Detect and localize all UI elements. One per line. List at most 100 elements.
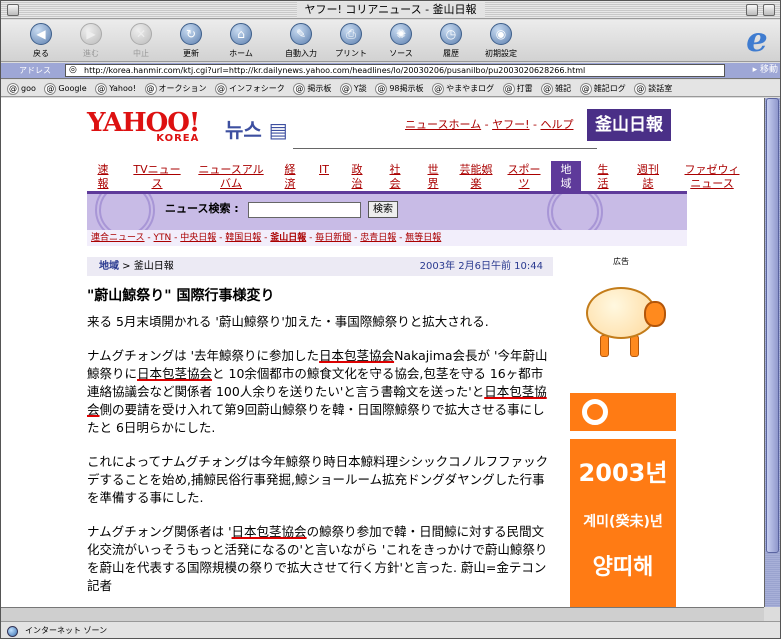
news-home-link[interactable]: ニュースホーム xyxy=(405,118,481,131)
nav-item-label: 芸能娯 xyxy=(459,163,493,176)
article-title: "蔚山鯨祭り" 国際行事様変り xyxy=(87,288,275,304)
ad-text-panel: 2003년 계미(癸未)년 양띠해 xyxy=(570,439,676,607)
nav-item-9[interactable]: スポーツ xyxy=(503,161,545,193)
nav-item-1[interactable]: TVニュース xyxy=(125,161,189,193)
nav-item-label: 界 xyxy=(427,177,439,190)
vertical-scrollbar[interactable] xyxy=(764,98,780,607)
nav-item-label: 経 xyxy=(284,163,296,176)
home-icon: ⌂ xyxy=(230,23,252,45)
nav-item-12[interactable]: 週刊誌 xyxy=(625,161,671,193)
ie-logo-icon: e xyxy=(746,20,768,60)
favorite-link[interactable]: goo xyxy=(7,80,36,96)
source-link[interactable]: 忠青日報 xyxy=(360,233,396,243)
source-link[interactable]: 韓国日報 xyxy=(225,233,261,243)
forward-arrow-icon: ▶ xyxy=(80,23,102,45)
stop-icon: ✕ xyxy=(130,23,152,45)
source-link-selected[interactable]: 釜山日報 xyxy=(270,233,306,243)
source-link[interactable]: 毎日新聞 xyxy=(315,233,351,243)
favorite-link[interactable]: インフォシーク xyxy=(215,80,285,96)
refresh-icon: ↻ xyxy=(180,23,202,45)
nav-item-label: 活 xyxy=(597,177,609,190)
nav-item-0[interactable]: 速報 xyxy=(87,161,119,193)
scroll-thumb[interactable] xyxy=(766,98,779,553)
highlighted-term: 日本包茎協会 xyxy=(319,348,395,363)
swirl-decoration xyxy=(547,194,603,230)
title-bar: ヤフー! コリアニュース - 釜山日報 xyxy=(1,1,780,19)
ad-line2: 양띠해 xyxy=(592,555,654,580)
nav-item-label: ニュース xyxy=(690,177,734,190)
back-button[interactable]: ◀ 戻る xyxy=(18,23,64,59)
source-button[interactable]: ✺ ソース xyxy=(378,23,424,59)
nav-item-7[interactable]: 世界 xyxy=(417,161,449,193)
toolbar: ◀ 戻る ▶ 進む ✕ 中止 ↻ 更新 ⌂ ホーム ✎ 自動入力 ⎙ プリント ✺ ソース ◷ 履… xyxy=(1,20,780,62)
history-button[interactable]: ◷ 履歴 xyxy=(428,23,474,59)
search-label: ニュース検索 : xyxy=(165,202,239,215)
nav-item-label: 社 xyxy=(389,163,401,176)
favorite-link[interactable]: やまやまログ xyxy=(432,80,494,96)
nav-item-10[interactable]: 地域 xyxy=(551,161,581,193)
search-input[interactable] xyxy=(248,202,361,218)
print-button[interactable]: ⎙ プリント xyxy=(328,23,374,59)
newspaper-icon: ▤ xyxy=(268,118,288,142)
category-nav: 速報 TVニュースニュースアル バム経済 IT 政治社会世界芸能娯楽スポーツ地域生活週刊… xyxy=(87,161,740,194)
nav-item-8[interactable]: 芸能娯楽 xyxy=(455,161,497,193)
favorite-link[interactable]: 雑記 xyxy=(541,80,571,96)
busan-ilbo-logo[interactable]: 釜山日報 xyxy=(587,109,671,141)
article-category-bar: 地域 > 釜山日報 2003年 2月6日午前 10:44 xyxy=(87,257,553,276)
yahoo-korea-logo[interactable]: YAHOO! KOREA xyxy=(87,110,200,144)
category-link[interactable]: 地域 xyxy=(99,261,119,272)
preferences-button[interactable]: ◉ 初期設定 xyxy=(478,23,524,59)
close-box-icon[interactable] xyxy=(7,4,19,16)
autofill-icon: ✎ xyxy=(290,23,312,45)
zoom-box-icon[interactable] xyxy=(746,4,758,16)
nav-item-4[interactable]: IT xyxy=(313,161,335,193)
nav-item-label: 誌 xyxy=(642,177,654,190)
forward-button[interactable]: ▶ 進む xyxy=(68,23,114,59)
nav-item-label: 生 xyxy=(597,163,609,176)
favorite-link[interactable]: 98掲示板 xyxy=(375,80,423,96)
favorite-link[interactable]: Google xyxy=(44,80,86,96)
history-icon: ◷ xyxy=(440,23,462,45)
favorite-link[interactable]: Yahoo! xyxy=(95,80,136,96)
page-icon: ◎ xyxy=(69,65,77,75)
sheep-leg xyxy=(630,335,639,357)
source-link[interactable]: 中央日報 xyxy=(180,233,216,243)
yahoo-link[interactable]: ヤフー! xyxy=(492,118,529,131)
nav-item-5[interactable]: 政治 xyxy=(341,161,373,193)
ring-icon xyxy=(582,399,608,425)
swirl-decoration xyxy=(95,194,155,230)
source-link[interactable]: 連合ニュース xyxy=(91,233,145,243)
favorite-link[interactable]: 打雷 xyxy=(503,80,533,96)
search-button[interactable]: 検索 xyxy=(368,201,398,218)
favorite-link[interactable]: 雑記ログ xyxy=(580,80,626,96)
nav-item-11[interactable]: 生活 xyxy=(587,161,619,193)
help-link[interactable]: ヘルプ xyxy=(540,118,573,131)
nav-item-2[interactable]: ニュースアル バム xyxy=(195,161,267,193)
ad-banner[interactable]: 2003년 계미(癸未)년 양띠해 xyxy=(570,265,676,607)
nav-item-label: ニュースアル xyxy=(198,163,264,176)
favorite-link[interactable]: Y談 xyxy=(340,80,367,96)
refresh-button[interactable]: ↻ 更新 xyxy=(168,23,214,59)
favorite-link[interactable]: 談話室 xyxy=(634,80,672,96)
nav-item-6[interactable]: 社会 xyxy=(379,161,411,193)
address-field[interactable]: ◎ http://korea.hanmir.com/ktj.cgi?url=htt… xyxy=(65,64,725,77)
source-icon: ✺ xyxy=(390,23,412,45)
home-button[interactable]: ⌂ ホーム xyxy=(218,23,264,59)
nav-item-13[interactable]: ファゼウィ ニュース xyxy=(677,161,747,193)
collapse-box-icon[interactable] xyxy=(763,4,775,16)
sheep-head-icon xyxy=(644,301,666,327)
nav-item-label: 政 xyxy=(351,163,363,176)
nav-item-3[interactable]: 経済 xyxy=(273,161,307,193)
go-button[interactable]: ▸ 移動 xyxy=(736,64,778,77)
ad-divider xyxy=(570,431,676,439)
source-link[interactable]: 無等日報 xyxy=(405,233,441,243)
article-paragraph: ナムグチォングは '去年鯨祭りに参加した日本包茎協会Nakajima会長が '今… xyxy=(87,348,548,435)
autofill-button[interactable]: ✎ 自動入力 xyxy=(278,23,324,59)
favorite-link[interactable]: 掲示板 xyxy=(293,80,331,96)
favorite-link[interactable]: オークション xyxy=(145,80,207,96)
source-link[interactable]: YTN xyxy=(154,233,172,243)
horizontal-scrollbar[interactable] xyxy=(1,607,764,621)
nav-item-label: 治 xyxy=(351,177,363,190)
stop-button[interactable]: ✕ 中止 xyxy=(118,23,164,59)
article-paragraph: これによってナムグチォングは今年鯨祭り時日本鯨料理シシックコノルフファックデする… xyxy=(87,454,549,505)
